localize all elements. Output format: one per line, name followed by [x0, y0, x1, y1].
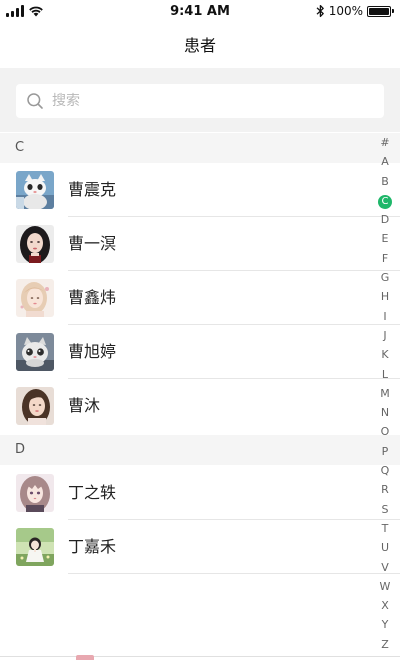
- index-letter-label: V: [381, 560, 389, 574]
- index-letter[interactable]: U: [378, 538, 392, 557]
- search-box[interactable]: [16, 84, 384, 118]
- index-letter-label: Q: [380, 464, 390, 478]
- patient-name: 曹震克: [68, 180, 117, 199]
- index-letter-label: Z: [381, 637, 389, 651]
- search-input[interactable]: [50, 92, 354, 110]
- index-letter[interactable]: N: [378, 403, 392, 422]
- patient-name: 丁之轶: [68, 483, 117, 502]
- index-letter-label: B: [381, 174, 389, 188]
- section-header-d: D: [0, 435, 400, 465]
- index-letter-label: M: [380, 386, 390, 400]
- index-letter-label: A: [381, 155, 389, 169]
- index-letter[interactable]: X: [378, 596, 392, 615]
- index-letter[interactable]: A: [378, 152, 392, 171]
- index-letter-label: Y: [381, 618, 389, 632]
- index-letter[interactable]: M: [378, 384, 392, 403]
- avatar-girl-dark-hair: [16, 225, 54, 263]
- battery-percent: 100%: [328, 4, 363, 18]
- patient-name: 曹一溟: [68, 234, 117, 253]
- index-letter-label: U: [380, 541, 390, 555]
- index-letter[interactable]: S: [378, 500, 392, 519]
- index-letter[interactable]: F: [378, 249, 392, 268]
- index-letter-label: K: [381, 348, 389, 362]
- search-area: [0, 68, 400, 132]
- row-divider: [68, 573, 400, 574]
- index-letter-label: F: [381, 251, 389, 265]
- index-letter[interactable]: #: [378, 133, 392, 152]
- index-letter[interactable]: V: [378, 558, 392, 577]
- avatar-girl-light: [16, 279, 54, 317]
- index-letter[interactable]: G: [378, 268, 392, 287]
- index-letter-label: N: [380, 406, 390, 420]
- page-title: 患者: [0, 26, 400, 68]
- index-letter[interactable]: H: [378, 287, 392, 306]
- battery-icon: [367, 5, 394, 17]
- index-letter[interactable]: K: [378, 345, 392, 364]
- index-letter[interactable]: E: [378, 229, 392, 248]
- bluetooth-icon: [316, 4, 324, 18]
- patient-row[interactable]: 曹旭婷: [0, 325, 400, 379]
- index-letter[interactable]: J: [378, 326, 392, 345]
- index-letter[interactable]: I: [378, 307, 392, 326]
- index-letter-label: S: [381, 502, 389, 516]
- patient-name: 曹沐: [68, 396, 101, 415]
- index-letter[interactable]: L: [378, 365, 392, 384]
- index-letter[interactable]: B: [378, 172, 392, 191]
- index-letter-label: G: [380, 271, 390, 285]
- avatar-anime-girl: [16, 474, 54, 512]
- section-header-c: C: [0, 133, 400, 163]
- index-letter-label: L: [381, 367, 389, 381]
- search-icon: [27, 93, 43, 109]
- index-letter[interactable]: Z: [378, 635, 392, 654]
- index-letter[interactable]: Q: [378, 461, 392, 480]
- patient-name: 曹鑫炜: [68, 288, 117, 307]
- status-bar: 9:41 AM 100%: [0, 0, 400, 26]
- index-letter-label: I: [383, 309, 387, 323]
- index-letter[interactable]: C: [378, 191, 392, 210]
- alphabet-index[interactable]: # A B C D E F G H I J K L M N O P Q R S T U V W X Y Z: [378, 133, 392, 654]
- avatar-kitten: [16, 333, 54, 371]
- index-letter[interactable]: O: [378, 422, 392, 441]
- patient-row[interactable]: 丁嘉禾: [0, 520, 400, 574]
- patient-name: 丁嘉禾: [68, 537, 117, 556]
- index-letter[interactable]: T: [378, 519, 392, 538]
- index-letter-label: E: [381, 232, 389, 246]
- bottom-tab-indicator: [76, 655, 94, 660]
- index-letter-label: P: [381, 444, 389, 458]
- bottom-divider: [0, 656, 400, 657]
- index-letter-label: O: [380, 425, 390, 439]
- patient-name: 曹旭婷: [68, 342, 117, 361]
- index-letter-label: X: [381, 599, 389, 613]
- patient-row[interactable]: 曹沐: [0, 379, 400, 433]
- index-letter-label: J: [383, 328, 387, 342]
- index-letter[interactable]: W: [378, 577, 392, 596]
- patient-row[interactable]: 丁之轶: [0, 466, 400, 520]
- status-right: 100%: [316, 4, 394, 18]
- index-letter[interactable]: Y: [378, 615, 392, 634]
- avatar-girl-photo: [16, 387, 54, 425]
- index-letter[interactable]: R: [378, 480, 392, 499]
- index-letter-active: C: [378, 194, 392, 209]
- index-letter-label: R: [381, 483, 389, 497]
- index-letter-label: H: [380, 290, 390, 304]
- index-letter[interactable]: D: [378, 210, 392, 229]
- avatar-anime-field: [16, 528, 54, 566]
- index-letter-label: #: [380, 136, 390, 149]
- index-letter-label: D: [380, 213, 390, 227]
- patient-row[interactable]: 曹震克: [0, 163, 400, 217]
- index-letter[interactable]: P: [378, 442, 392, 461]
- patient-row[interactable]: 曹一溟: [0, 217, 400, 271]
- patient-row[interactable]: 曹鑫炜: [0, 271, 400, 325]
- index-letter-label: W: [379, 579, 391, 593]
- index-letter-label: T: [381, 521, 389, 535]
- avatar-cat: [16, 171, 54, 209]
